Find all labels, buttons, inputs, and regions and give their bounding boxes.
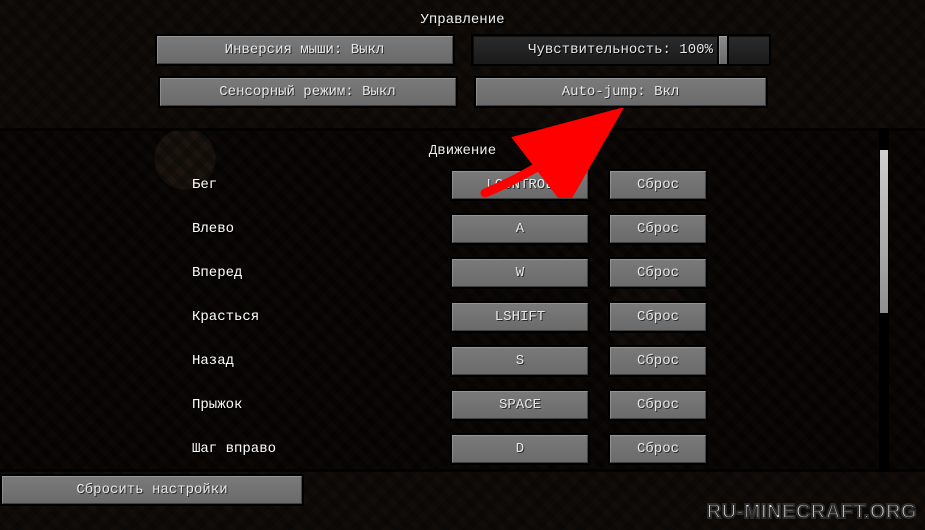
- key-button-jump[interactable]: SPACE: [450, 389, 590, 421]
- bind-row-left: Влево A Сброс: [0, 213, 925, 245]
- reset-button[interactable]: Сброс: [608, 301, 708, 333]
- bind-row-sprint: Бег LCONTROL Сброс: [0, 169, 925, 201]
- auto-jump-label: Auto-jump: Вкл: [562, 84, 680, 100]
- bind-label: Шаг вправо: [192, 441, 432, 457]
- sensitivity-label: Чувствительность: 100%: [528, 42, 713, 58]
- mouse-invert-label: Инверсия мыши: Выкл: [225, 42, 385, 58]
- reset-all-button[interactable]: Сбросить настройки: [0, 474, 304, 506]
- bind-label: Вперед: [192, 265, 432, 281]
- auto-jump-button[interactable]: Auto-jump: Вкл: [474, 76, 768, 108]
- bindings-panel: Движение Бег LCONTROL Сброс Влево A Сбро…: [0, 128, 925, 472]
- key-button-strafe-right[interactable]: D: [450, 433, 590, 465]
- page-title: Управление: [0, 12, 925, 28]
- key-button-forward[interactable]: W: [450, 257, 590, 289]
- sensitivity-slider[interactable]: Чувствительность: 100%: [471, 34, 771, 66]
- scrollbar[interactable]: [879, 128, 889, 472]
- reset-button[interactable]: Сброс: [608, 169, 708, 201]
- watermark: RU-MINECRAFT.ORG: [707, 501, 917, 524]
- reset-button[interactable]: Сброс: [608, 389, 708, 421]
- bind-row-forward: Вперед W Сброс: [0, 257, 925, 289]
- key-button-left[interactable]: A: [450, 213, 590, 245]
- bind-row-strafe-right: Шаг вправо D Сброс: [0, 433, 925, 465]
- key-button-back[interactable]: S: [450, 345, 590, 377]
- movement-title: Движение: [0, 143, 925, 159]
- bind-label: Красться: [192, 309, 432, 325]
- bind-label: Бег: [192, 177, 432, 193]
- key-button-sneak[interactable]: LSHIFT: [450, 301, 590, 333]
- bind-label: Влево: [192, 221, 432, 237]
- touch-mode-button[interactable]: Сенсорный режим: Выкл: [158, 76, 458, 108]
- bindings-list: Бег LCONTROL Сброс Влево A Сброс Вперед …: [0, 169, 925, 477]
- controls-header-section: Управление Инверсия мыши: Выкл Чувствите…: [0, 12, 925, 118]
- bind-row-sneak: Красться LSHIFT Сброс: [0, 301, 925, 333]
- touch-mode-label: Сенсорный режим: Выкл: [219, 84, 395, 100]
- mouse-invert-button[interactable]: Инверсия мыши: Выкл: [155, 34, 455, 66]
- reset-button[interactable]: Сброс: [608, 345, 708, 377]
- reset-button[interactable]: Сброс: [608, 433, 708, 465]
- reset-button[interactable]: Сброс: [608, 213, 708, 245]
- bind-row-jump: Прыжок SPACE Сброс: [0, 389, 925, 421]
- bind-row-back: Назад S Сброс: [0, 345, 925, 377]
- bind-label: Прыжок: [192, 397, 432, 413]
- bind-label: Назад: [192, 353, 432, 369]
- reset-button[interactable]: Сброс: [608, 257, 708, 289]
- key-button-sprint[interactable]: LCONTROL: [450, 169, 590, 201]
- slider-handle[interactable]: [717, 34, 729, 66]
- scrollbar-thumb[interactable]: [879, 149, 889, 314]
